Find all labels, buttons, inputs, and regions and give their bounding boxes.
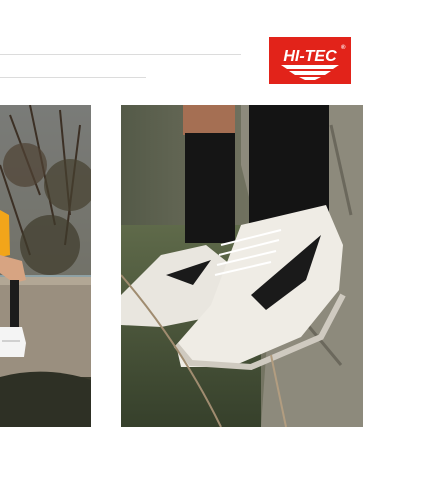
brand-logo[interactable]: HI-TEC ®: [269, 37, 351, 84]
page: HI-TEC ®: [0, 0, 427, 480]
brand-registered-mark: ®: [341, 44, 346, 51]
placeholder-subheading-line: [0, 77, 146, 78]
person-on-wall-photo: [0, 105, 91, 427]
placeholder-heading-line: [0, 54, 241, 55]
hi-tec-logo-icon: HI-TEC ®: [269, 37, 351, 84]
photo-left[interactable]: [0, 105, 91, 427]
photo-right[interactable]: [121, 105, 363, 427]
brand-logo-text: HI-TEC: [283, 48, 337, 65]
white-sneaker-closeup-photo: [121, 105, 363, 427]
